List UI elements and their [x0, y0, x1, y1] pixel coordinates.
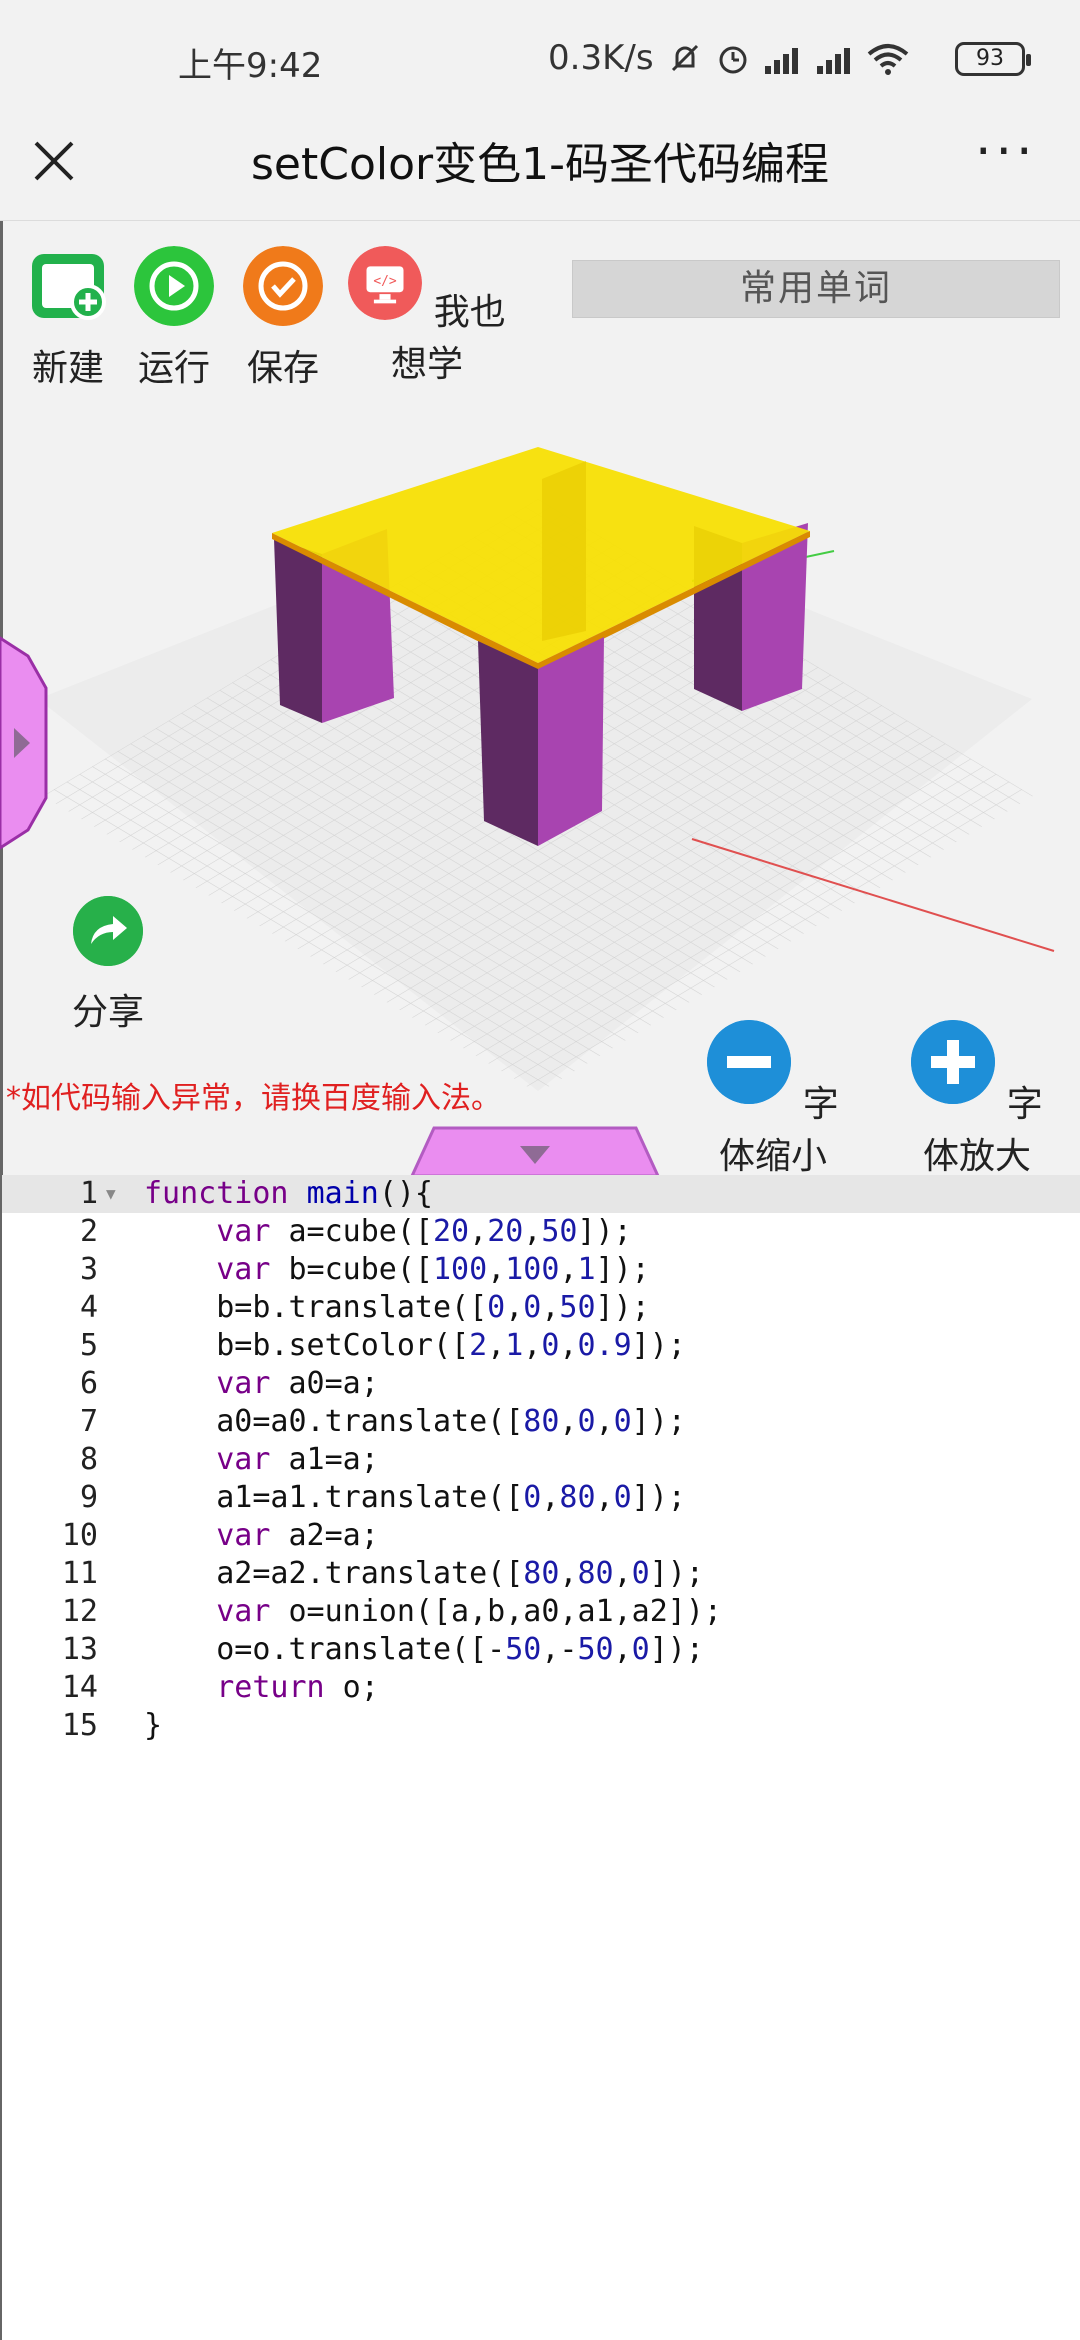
- code-text: a1=a1.translate([0,80,0]);: [144, 1480, 686, 1515]
- svg-text:</>: </>: [374, 274, 398, 289]
- code-text: var a=cube([20,20,50]);: [216, 1214, 632, 1249]
- share-icon: [73, 896, 143, 966]
- line-number: 11: [61, 1556, 98, 1591]
- mute-icon: [671, 44, 699, 72]
- code-line[interactable]: 14 return o;: [2, 1669, 1080, 1707]
- line-number: 2: [79, 1214, 98, 1249]
- code-text: var b=cube([100,100,1]);: [216, 1252, 650, 1287]
- code-text: var a2=a;: [216, 1518, 379, 1553]
- line-number: 13: [61, 1632, 98, 1667]
- new-label: 新建: [31, 348, 104, 389]
- table-leg-ghost: [542, 461, 586, 641]
- page-title: setColor变色1-码圣代码编程: [251, 139, 829, 190]
- left-drawer-handle[interactable]: [0, 628, 60, 858]
- code-text: }: [144, 1708, 163, 1743]
- common-words-button[interactable]: 常用单词: [572, 260, 1060, 318]
- code-line[interactable]: 5 b=b.setColor([2,1,0,0.9]);: [2, 1327, 1080, 1365]
- code-line[interactable]: 6 var a0=a;: [2, 1365, 1080, 1403]
- share-button[interactable]: 分享: [66, 896, 150, 1035]
- code-line[interactable]: 1 ▼ function main(){: [2, 1175, 1080, 1213]
- code-line[interactable]: 7 a0=a0.translate([80,0,0]);: [2, 1403, 1080, 1441]
- line-number: 12: [61, 1594, 98, 1629]
- line-number: 8: [79, 1442, 98, 1477]
- line-number: 3: [79, 1252, 98, 1287]
- code-line[interactable]: 2 var a=cube([20,20,50]);: [2, 1213, 1080, 1251]
- status-time: 上午9:42: [178, 46, 323, 86]
- code-editor[interactable]: 1 ▼ function main(){ 2 var a=cube([20,20…: [2, 1175, 1080, 2340]
- code-line[interactable]: 15}: [2, 1707, 1080, 1745]
- line-number: 1: [79, 1176, 98, 1211]
- table-leg: [538, 637, 604, 846]
- new-file-icon: [32, 254, 106, 320]
- code-line[interactable]: 12 var o=union([a,b,a0,a1,a2]);: [2, 1593, 1080, 1631]
- code-line[interactable]: 9 a1=a1.translate([0,80,0]);: [2, 1479, 1080, 1517]
- signal-hd-icon: [765, 48, 798, 74]
- font-increase-button[interactable]: 字体放大: [902, 1020, 1052, 1179]
- battery-icon: 93: [955, 42, 1031, 76]
- code-line[interactable]: 13 o=o.translate([-50,-50,0]);: [2, 1631, 1080, 1669]
- code-text: var a0=a;: [216, 1366, 379, 1401]
- line-number: 9: [79, 1480, 98, 1515]
- minus-icon: [707, 1020, 792, 1104]
- signal-hd-icon: [817, 48, 850, 74]
- table-leg: [274, 539, 322, 723]
- code-text: var o=union([a,b,a0,a1,a2]);: [216, 1594, 722, 1629]
- code-monitor-icon: </>: [348, 246, 423, 320]
- line-number: 7: [79, 1404, 98, 1439]
- code-line[interactable]: 8 var a1=a;: [2, 1441, 1080, 1479]
- line-number: 15: [61, 1708, 98, 1743]
- status-bar: 上午9:42 0.3K/s 93: [0, 0, 1080, 120]
- code-line[interactable]: 10 var a2=a;: [2, 1517, 1080, 1555]
- run-button[interactable]: 运行: [134, 246, 214, 391]
- wifi-icon: [867, 44, 909, 75]
- network-speed: 0.3K/s: [548, 38, 654, 78]
- status-icons: [665, 36, 911, 80]
- line-number: 4: [79, 1290, 98, 1325]
- plus-icon: [911, 1020, 996, 1104]
- code-text: var a1=a;: [216, 1442, 379, 1477]
- code-text: function main(){: [144, 1176, 433, 1211]
- learn-button[interactable]: </> 我也想学: [348, 246, 506, 387]
- input-warning: *如代码输入异常，请换百度输入法。: [6, 1081, 501, 1116]
- code-text: a0=a0.translate([80,0,0]);: [144, 1404, 686, 1439]
- editor-drawer-handle[interactable]: [410, 1124, 660, 1176]
- play-icon: [134, 246, 214, 326]
- save-label: 保存: [246, 348, 319, 389]
- code-text: b=b.translate([0,0,50]);: [144, 1290, 650, 1325]
- code-line[interactable]: 4 b=b.translate([0,0,50]);: [2, 1289, 1080, 1327]
- table-leg: [478, 641, 538, 846]
- check-icon: [243, 246, 323, 326]
- more-options-icon[interactable]: ···: [975, 122, 1037, 182]
- title-bar: setColor变色1-码圣代码编程 ···: [0, 120, 1080, 221]
- line-number: 10: [61, 1518, 98, 1553]
- code-text: b=b.setColor([2,1,0,0.9]);: [144, 1328, 686, 1363]
- code-line[interactable]: 3 var b=cube([100,100,1]);: [2, 1251, 1080, 1289]
- font-decrease-button[interactable]: 字体缩小: [698, 1020, 848, 1179]
- fold-arrow-icon[interactable]: ▼: [106, 1175, 116, 1213]
- run-label: 运行: [137, 348, 210, 389]
- code-text: return o;: [216, 1670, 379, 1705]
- new-button[interactable]: 新建: [28, 246, 108, 391]
- save-button[interactable]: 保存: [243, 246, 323, 391]
- code-text: a2=a2.translate([80,80,0]);: [144, 1556, 704, 1591]
- code-line[interactable]: 11 a2=a2.translate([80,80,0]);: [2, 1555, 1080, 1593]
- line-number: 14: [61, 1670, 98, 1705]
- line-number: 6: [79, 1366, 98, 1401]
- share-label: 分享: [71, 992, 144, 1033]
- line-number: 5: [79, 1328, 98, 1363]
- code-text: o=o.translate([-50,-50,0]);: [144, 1632, 704, 1667]
- alarm-icon: [719, 46, 747, 74]
